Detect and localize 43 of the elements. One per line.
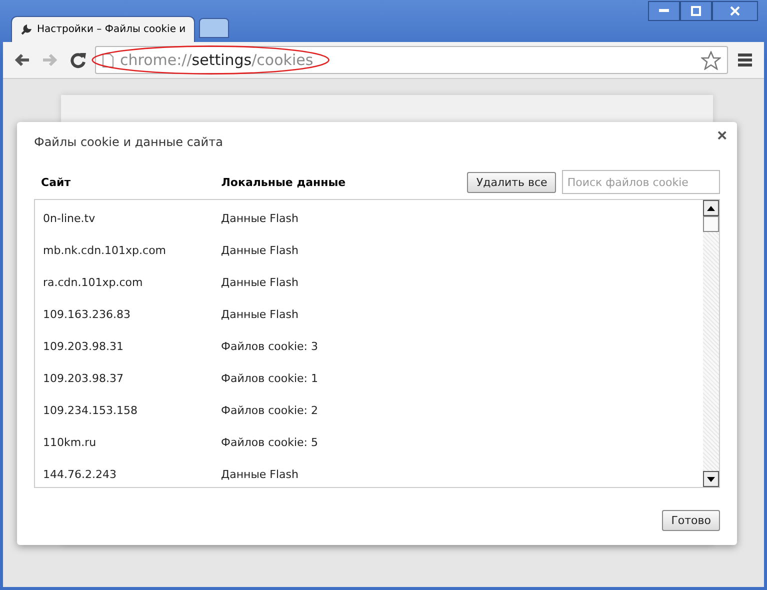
data-cell-text: Файлов cookie: 2 [220,404,320,416]
wrench-icon [20,24,32,36]
minimize-icon [659,9,669,13]
search-field[interactable]: Поиск файлов cookie [562,170,720,194]
data-cell-text: Данные Flash [220,244,300,256]
site-cell[interactable]: mb.nk.cdn.101xp.com [35,244,213,256]
browser-tab[interactable]: Настройки – Файлы cookie и [11,16,195,42]
site-cell[interactable]: 110km.ru [35,436,213,448]
new-tab-button[interactable] [198,18,229,38]
site-cell[interactable]: 109.163.236.83 [35,308,213,320]
scroll-up-button[interactable] [703,200,719,216]
scroll-down-button[interactable] [703,471,719,487]
close-icon [730,6,740,16]
down-arrow-icon [707,476,715,482]
data-cell-text: Данные Flash [220,308,300,320]
done-button[interactable]: Готово [662,510,720,531]
data-cell-text: Файлов cookie: 1 [220,372,320,384]
star-icon[interactable] [701,50,721,70]
site-cell[interactable]: 109.203.98.31 [35,340,213,352]
close-button[interactable]: × [715,126,729,146]
dialog-title: Файлы cookie и данные сайта [34,135,224,149]
back-arrow-icon [13,52,31,68]
maximize-icon [691,6,701,16]
site-cell[interactable]: 109.203.98.37 [35,372,213,384]
close-button[interactable] [712,1,758,21]
data-cell-text: Данные Flash [220,276,300,288]
forward-arrow-icon [41,52,59,68]
site-cell[interactable]: ra.cdn.101xp.com [35,276,213,288]
page-icon [102,52,114,68]
site-cell[interactable]: 109.234.153.158 [35,404,213,416]
remove-all-button[interactable]: Удалить все [467,172,556,192]
column-header: Сайт [40,176,72,188]
maximize-button[interactable] [680,1,712,21]
site-cell[interactable]: 144.76.2.243 [35,468,213,480]
data-cell-text: Файлов cookie: 3 [220,340,320,352]
up-arrow-icon [707,206,715,210]
data-cell-text: Данные Flash [220,212,300,224]
minimize-button[interactable] [648,1,680,21]
scroll-thumb[interactable] [703,216,719,232]
data-cell-text: Файлов cookie: 5 [220,436,320,448]
column-header: Локальные данные [220,176,347,188]
data-cell-text: Данные Flash [220,468,300,480]
site-cell[interactable]: 0n-line.tv [35,212,213,224]
